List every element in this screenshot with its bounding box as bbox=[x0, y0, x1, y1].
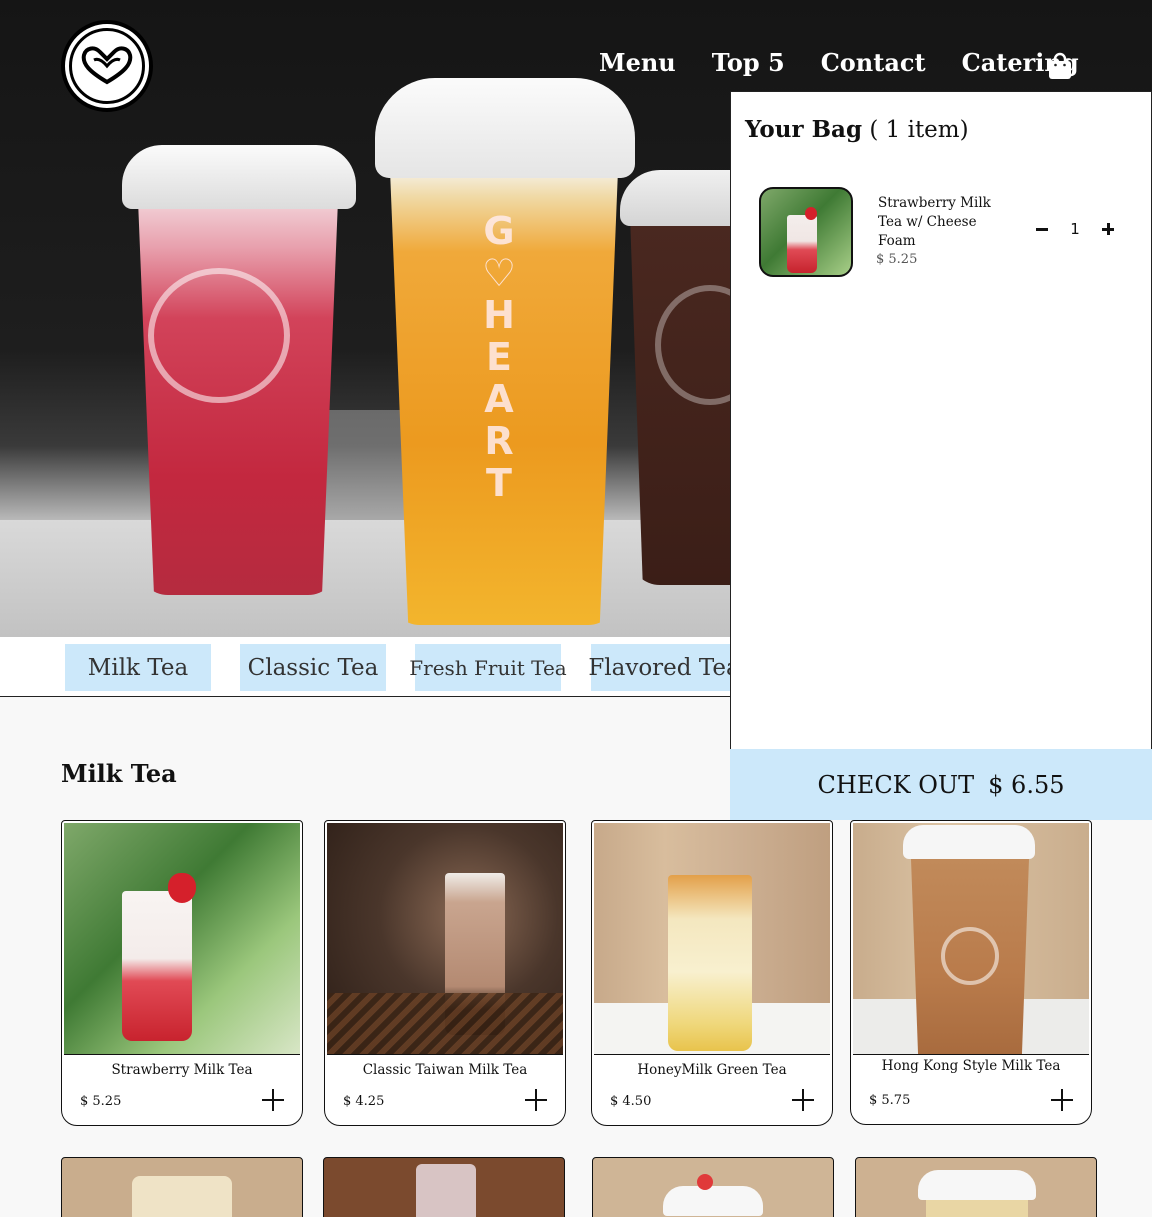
nav-top5[interactable]: Top 5 bbox=[712, 48, 785, 77]
hero-cup-logo bbox=[148, 268, 290, 403]
product-card[interactable]: HoneyMilk Green Tea $ 4.50 bbox=[591, 820, 833, 1126]
product-card[interactable] bbox=[323, 1157, 565, 1217]
product-card[interactable]: Hong Kong Style Milk Tea $ 5.75 bbox=[850, 820, 1092, 1125]
nav-menu[interactable]: Menu bbox=[599, 48, 676, 77]
bag-item-count: ( 1 item) bbox=[869, 117, 969, 143]
checkout-button[interactable]: CHECK OUT $ 6.55 bbox=[730, 749, 1152, 820]
tab-fresh-fruit-tea[interactable]: Fresh Fruit Tea bbox=[409, 644, 567, 691]
tab-milk-tea[interactable]: Milk Tea bbox=[65, 644, 211, 691]
product-name: Hong Kong Style Milk Tea bbox=[881, 1058, 1061, 1074]
logo-ring bbox=[69, 28, 145, 104]
hero-cup-lid bbox=[122, 145, 356, 209]
hero-cup-text: G ♡ H E A R T bbox=[481, 209, 517, 505]
bag-title: Your Bag ( 1 item) bbox=[745, 116, 969, 143]
product-card[interactable]: Classic Taiwan Milk Tea $ 4.25 bbox=[324, 820, 566, 1126]
add-to-bag-button[interactable] bbox=[525, 1089, 547, 1111]
product-price: $ 5.75 bbox=[869, 1093, 911, 1108]
product-image bbox=[327, 823, 563, 1055]
add-to-bag-button[interactable] bbox=[792, 1089, 814, 1111]
add-to-bag-button[interactable] bbox=[262, 1089, 284, 1111]
heart-hands-icon bbox=[81, 46, 133, 85]
product-card[interactable] bbox=[855, 1157, 1097, 1217]
product-image bbox=[853, 823, 1089, 1055]
bag-item-image bbox=[759, 187, 853, 277]
section-title: Milk Tea bbox=[61, 759, 177, 788]
main-nav: Menu Top 5 Contact Catering bbox=[599, 48, 1115, 77]
bag-item-name: Strawberry Milk Tea w/ Cheese Foam bbox=[878, 195, 991, 249]
cup-logo bbox=[941, 927, 999, 985]
increase-quantity-button[interactable] bbox=[1097, 218, 1119, 240]
product-image bbox=[594, 823, 830, 1055]
product-card[interactable]: Strawberry Milk Tea $ 5.25 bbox=[61, 820, 303, 1126]
product-image bbox=[64, 823, 300, 1055]
product-name: Strawberry Milk Tea bbox=[111, 1062, 253, 1078]
shopping-bag-icon[interactable] bbox=[1046, 52, 1074, 80]
bag-item-price: $ 5.25 bbox=[876, 252, 918, 267]
nav-contact[interactable]: Contact bbox=[821, 48, 926, 77]
checkout-label: CHECK OUT bbox=[817, 770, 975, 799]
checkout-total: $ 6.55 bbox=[988, 770, 1065, 799]
bag-title-label: Your Bag bbox=[745, 116, 863, 143]
decrease-quantity-button[interactable] bbox=[1031, 218, 1053, 240]
product-price: $ 4.25 bbox=[343, 1094, 385, 1109]
product-price: $ 5.25 bbox=[80, 1094, 122, 1109]
product-card[interactable] bbox=[592, 1157, 834, 1217]
add-to-bag-button[interactable] bbox=[1051, 1089, 1073, 1111]
hero-cup-lid bbox=[375, 78, 635, 178]
tab-classic-tea[interactable]: Classic Tea bbox=[240, 644, 386, 691]
product-name: Classic Taiwan Milk Tea bbox=[362, 1062, 528, 1078]
product-name: HoneyMilk Green Tea bbox=[637, 1062, 787, 1078]
tab-flavored-tea[interactable]: Flavored Tea bbox=[588, 644, 740, 691]
brand-logo[interactable] bbox=[61, 20, 153, 112]
product-card[interactable] bbox=[61, 1157, 303, 1217]
product-price: $ 4.50 bbox=[610, 1094, 652, 1109]
quantity-stepper: 1 bbox=[1031, 218, 1119, 240]
quantity-value: 1 bbox=[1070, 220, 1080, 238]
bag-panel: Your Bag ( 1 item) Strawberry Milk Tea w… bbox=[730, 91, 1152, 751]
